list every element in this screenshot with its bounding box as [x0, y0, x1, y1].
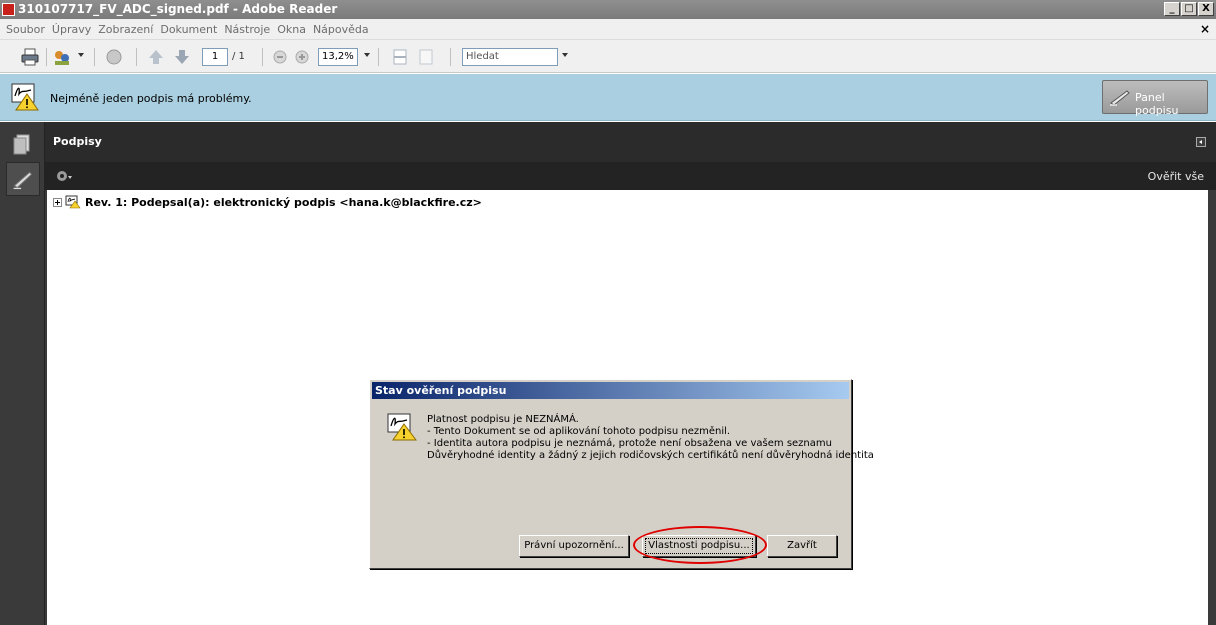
previous-page-icon[interactable]: [146, 47, 166, 67]
search-input[interactable]: Hledat: [462, 48, 558, 66]
adobe-reader-icon: [2, 3, 15, 16]
menu-soubor[interactable]: Soubor: [6, 23, 45, 36]
menu-nastroje[interactable]: Nástroje: [224, 23, 270, 36]
options-gear-icon[interactable]: [55, 168, 73, 184]
close-window-button[interactable]: X: [1198, 2, 1214, 16]
menu-bar: Soubor Úpravy Zobrazení Dokument Nástroj…: [0, 19, 1216, 40]
signature-tree-item[interactable]: Rev. 1: Podepsal(a): elektronický podpis…: [53, 195, 482, 209]
signature-warning-icon: [11, 83, 39, 111]
signatures-panel-toolbar: Ověřit vše: [45, 162, 1216, 190]
title-bar: 310107717_FV_ADC_signed.pdf - Adobe Read…: [0, 0, 1216, 19]
toolbar: 1 / 1 13,2% Hledat: [0, 40, 1216, 73]
page-number-input[interactable]: 1: [202, 48, 228, 66]
annotation-highlight-ellipse: [633, 526, 767, 564]
menu-napoveda[interactable]: Nápověda: [313, 23, 369, 36]
menu-dokument[interactable]: Dokument: [160, 23, 217, 36]
window-controls: _ □ X: [1164, 2, 1214, 16]
dialog-title: Stav ověření podpisu: [372, 382, 849, 399]
zoom-in-icon[interactable]: [292, 47, 312, 67]
close-document-icon[interactable]: ×: [1200, 22, 1210, 36]
maximize-button[interactable]: □: [1181, 2, 1197, 16]
share-icon[interactable]: [104, 47, 124, 67]
zoom-level-input[interactable]: 13,2%: [318, 48, 358, 66]
signature-warning-icon: [387, 413, 417, 441]
print-icon[interactable]: [20, 47, 40, 67]
verify-all-button[interactable]: Ověřit vše: [1148, 170, 1204, 183]
signature-validation-dialog: Stav ověření podpisu Platnost podpisu je…: [369, 379, 874, 569]
signatures-panel-header: Podpisy: [45, 122, 1216, 162]
signatures-icon[interactable]: [6, 162, 40, 196]
dialog-message: Platnost podpisu je NEZNÁMÁ. - Tento Dok…: [427, 414, 874, 462]
zoom-out-icon[interactable]: [270, 47, 290, 67]
legal-notice-button[interactable]: Právní upozornění...: [519, 535, 629, 557]
fit-page-icon[interactable]: [390, 47, 410, 67]
document-message-bar: Nejméně jeden podpis má problémy. Panel …: [0, 74, 1216, 121]
panel-title: Podpisy: [53, 135, 102, 148]
dialog-line: - Identita autora podpisu je neznámá, pr…: [427, 438, 832, 449]
dialog-line: Důvěryhodné identity a žádný z jejich ro…: [427, 450, 874, 461]
left-navigation-pane: [0, 122, 45, 625]
close-dialog-button[interactable]: Zavřít: [767, 535, 837, 557]
next-page-icon[interactable]: [172, 47, 192, 67]
minimize-button[interactable]: _: [1164, 2, 1180, 16]
collapse-panel-icon[interactable]: [1196, 137, 1206, 147]
signature-warning-icon: [65, 195, 81, 209]
message-text: Nejméně jeden podpis má problémy.: [50, 92, 252, 105]
signature-tree-label: Rev. 1: Podepsal(a): elektronický podpis…: [85, 195, 482, 209]
menu-okna[interactable]: Okna: [277, 23, 306, 36]
dialog-line: Platnost podpisu je NEZNÁMÁ.: [427, 414, 579, 425]
page-total: / 1: [232, 51, 245, 62]
dialog-line: - Tento Dokument se od aplikování tohoto…: [427, 426, 731, 437]
menu-upravy[interactable]: Úpravy: [52, 23, 91, 36]
expand-icon[interactable]: [53, 197, 62, 207]
panel-right-border: [1208, 190, 1216, 625]
pen-icon: [1110, 90, 1130, 106]
collaborate-icon[interactable]: [52, 47, 72, 67]
menu-zobrazeni[interactable]: Zobrazení: [98, 23, 153, 36]
signature-panel-label: Panel podpisu: [1135, 91, 1179, 117]
window-title: 310107717_FV_ADC_signed.pdf - Adobe Read…: [18, 2, 338, 16]
pages-icon[interactable]: [6, 128, 40, 162]
signature-panel-button[interactable]: Panel podpisu: [1102, 80, 1208, 117]
full-screen-icon[interactable]: [416, 47, 436, 67]
